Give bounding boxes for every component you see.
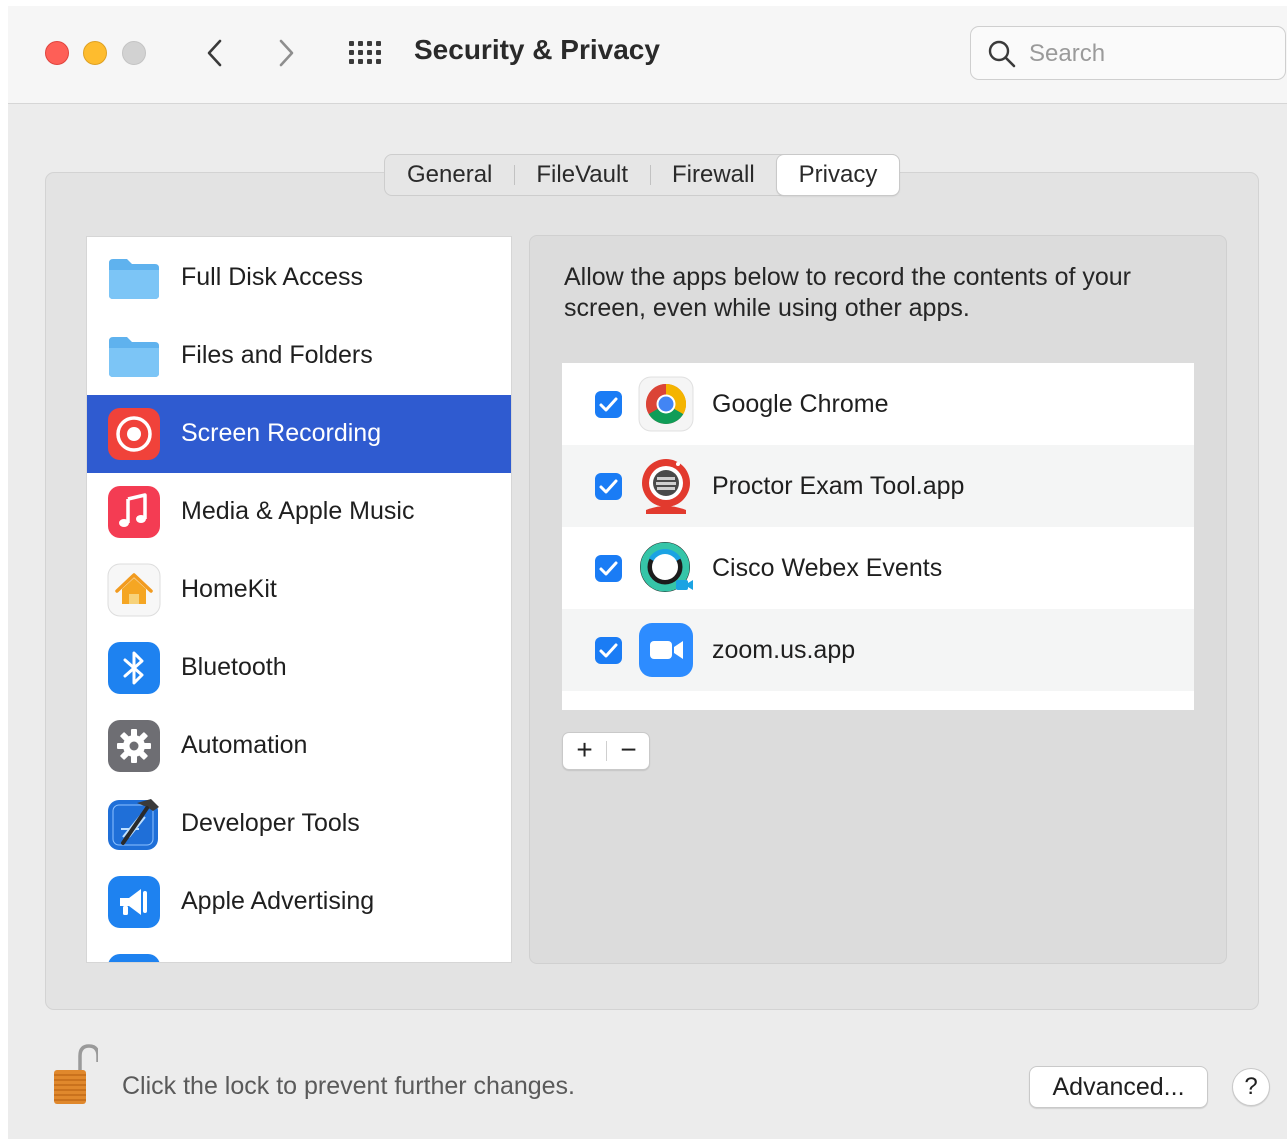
checkmark-icon bbox=[599, 561, 618, 576]
webex-icon bbox=[640, 542, 693, 592]
sidebar-item-screen-recording[interactable]: Screen Recording bbox=[87, 395, 511, 473]
tab-bar: General FileVault Firewall Privacy bbox=[384, 154, 901, 196]
app-name: Cisco Webex Events bbox=[712, 554, 943, 582]
remove-app-button[interactable]: − bbox=[607, 733, 650, 769]
sidebar-item-media-apple-music[interactable]: Media & Apple Music bbox=[87, 473, 511, 551]
megaphone-icon bbox=[108, 876, 160, 928]
tab-firewall[interactable]: Firewall bbox=[649, 155, 777, 195]
title-bar: Security & Privacy bbox=[8, 6, 1287, 104]
app-row-proctor-exam-tool[interactable]: Proctor Exam Tool.app bbox=[562, 445, 1194, 527]
back-button[interactable] bbox=[196, 33, 236, 73]
minimize-button[interactable] bbox=[83, 41, 107, 65]
show-all-button[interactable] bbox=[346, 37, 386, 69]
zoom-icon bbox=[639, 623, 693, 677]
privacy-category-list[interactable]: Full Disk Access Files and Folders Scree… bbox=[86, 236, 512, 963]
privacy-description: Allow the apps below to record the conte… bbox=[564, 263, 1131, 322]
folder-icon bbox=[109, 337, 159, 377]
zoom-button[interactable] bbox=[122, 41, 146, 65]
sidebar-item-label: Full Disk Access bbox=[181, 263, 363, 291]
sidebar-item-automation[interactable]: Automation bbox=[87, 707, 511, 785]
app-row-google-chrome[interactable]: Google Chrome bbox=[562, 363, 1194, 445]
sidebar-item-label: Automation bbox=[181, 731, 308, 759]
search-input[interactable] bbox=[1029, 37, 1269, 71]
checkmark-icon bbox=[599, 397, 618, 412]
sidebar-item-partial[interactable] bbox=[87, 941, 511, 962]
music-note-icon bbox=[108, 486, 160, 538]
hammer-icon bbox=[108, 799, 159, 850]
forward-button[interactable] bbox=[266, 33, 306, 73]
tab-filevault[interactable]: FileVault bbox=[514, 155, 650, 195]
preferences-window: Security & Privacy General FileVault Fir… bbox=[8, 6, 1287, 1139]
sidebar-item-homekit[interactable]: HomeKit bbox=[87, 551, 511, 629]
window-title: Security & Privacy bbox=[414, 34, 660, 65]
app-checkbox[interactable] bbox=[595, 473, 622, 500]
tab-privacy[interactable]: Privacy bbox=[776, 155, 900, 195]
checkmark-icon bbox=[599, 643, 618, 658]
grid-icon bbox=[349, 41, 381, 64]
sidebar-item-label: Files and Folders bbox=[181, 341, 373, 369]
screen-recording-icon bbox=[108, 408, 160, 460]
lock-icon[interactable] bbox=[52, 1044, 98, 1106]
search-icon bbox=[988, 40, 1016, 68]
app-checkbox[interactable] bbox=[595, 555, 622, 582]
app-row-zoom[interactable]: zoom.us.app bbox=[562, 609, 1194, 691]
sidebar-item-developer-tools[interactable]: Developer Tools bbox=[87, 785, 511, 863]
sidebar-item-label: Screen Recording bbox=[181, 419, 382, 447]
sidebar-item-label: HomeKit bbox=[181, 575, 277, 603]
checkmark-icon bbox=[599, 479, 618, 494]
advanced-button[interactable]: Advanced... bbox=[1029, 1066, 1208, 1108]
app-name: Proctor Exam Tool.app bbox=[712, 472, 965, 500]
app-checkbox[interactable] bbox=[595, 391, 622, 418]
app-name: Google Chrome bbox=[712, 390, 889, 418]
bluetooth-icon bbox=[108, 642, 160, 694]
close-button[interactable] bbox=[45, 41, 69, 65]
sidebar-item-apple-advertising[interactable]: Apple Advertising bbox=[87, 863, 511, 941]
app-list[interactable]: Google Chrome Proctor Exam Tool.app Cisc… bbox=[562, 363, 1194, 710]
app-checkbox[interactable] bbox=[595, 637, 622, 664]
add-remove-control: + − bbox=[562, 732, 650, 770]
chrome-icon bbox=[638, 376, 694, 432]
chevron-right-icon bbox=[279, 39, 294, 67]
add-app-button[interactable]: + bbox=[563, 733, 606, 769]
proctor-icon bbox=[642, 459, 690, 514]
sidebar-item-bluetooth[interactable]: Bluetooth bbox=[87, 629, 511, 707]
home-icon bbox=[107, 563, 161, 617]
sidebar-item-label: Media & Apple Music bbox=[181, 497, 415, 525]
sidebar-item-full-disk-access[interactable]: Full Disk Access bbox=[87, 239, 511, 317]
lock-status-text: Click the lock to prevent further change… bbox=[122, 1072, 576, 1100]
tab-general[interactable]: General bbox=[385, 155, 514, 195]
gear-icon bbox=[108, 720, 160, 772]
app-row-cisco-webex-events[interactable]: Cisco Webex Events bbox=[562, 527, 1194, 609]
search-field[interactable] bbox=[970, 26, 1286, 80]
app-icon bbox=[108, 954, 160, 962]
chevron-left-icon bbox=[207, 39, 222, 67]
sidebar-item-label: Developer Tools bbox=[181, 809, 360, 837]
help-button[interactable]: ? bbox=[1232, 1068, 1270, 1106]
sidebar-item-label: Bluetooth bbox=[181, 653, 287, 681]
sidebar-item-label: Apple Advertising bbox=[181, 887, 375, 915]
app-name: zoom.us.app bbox=[712, 636, 856, 664]
sidebar-item-files-and-folders[interactable]: Files and Folders bbox=[87, 317, 511, 395]
folder-icon bbox=[109, 259, 159, 299]
